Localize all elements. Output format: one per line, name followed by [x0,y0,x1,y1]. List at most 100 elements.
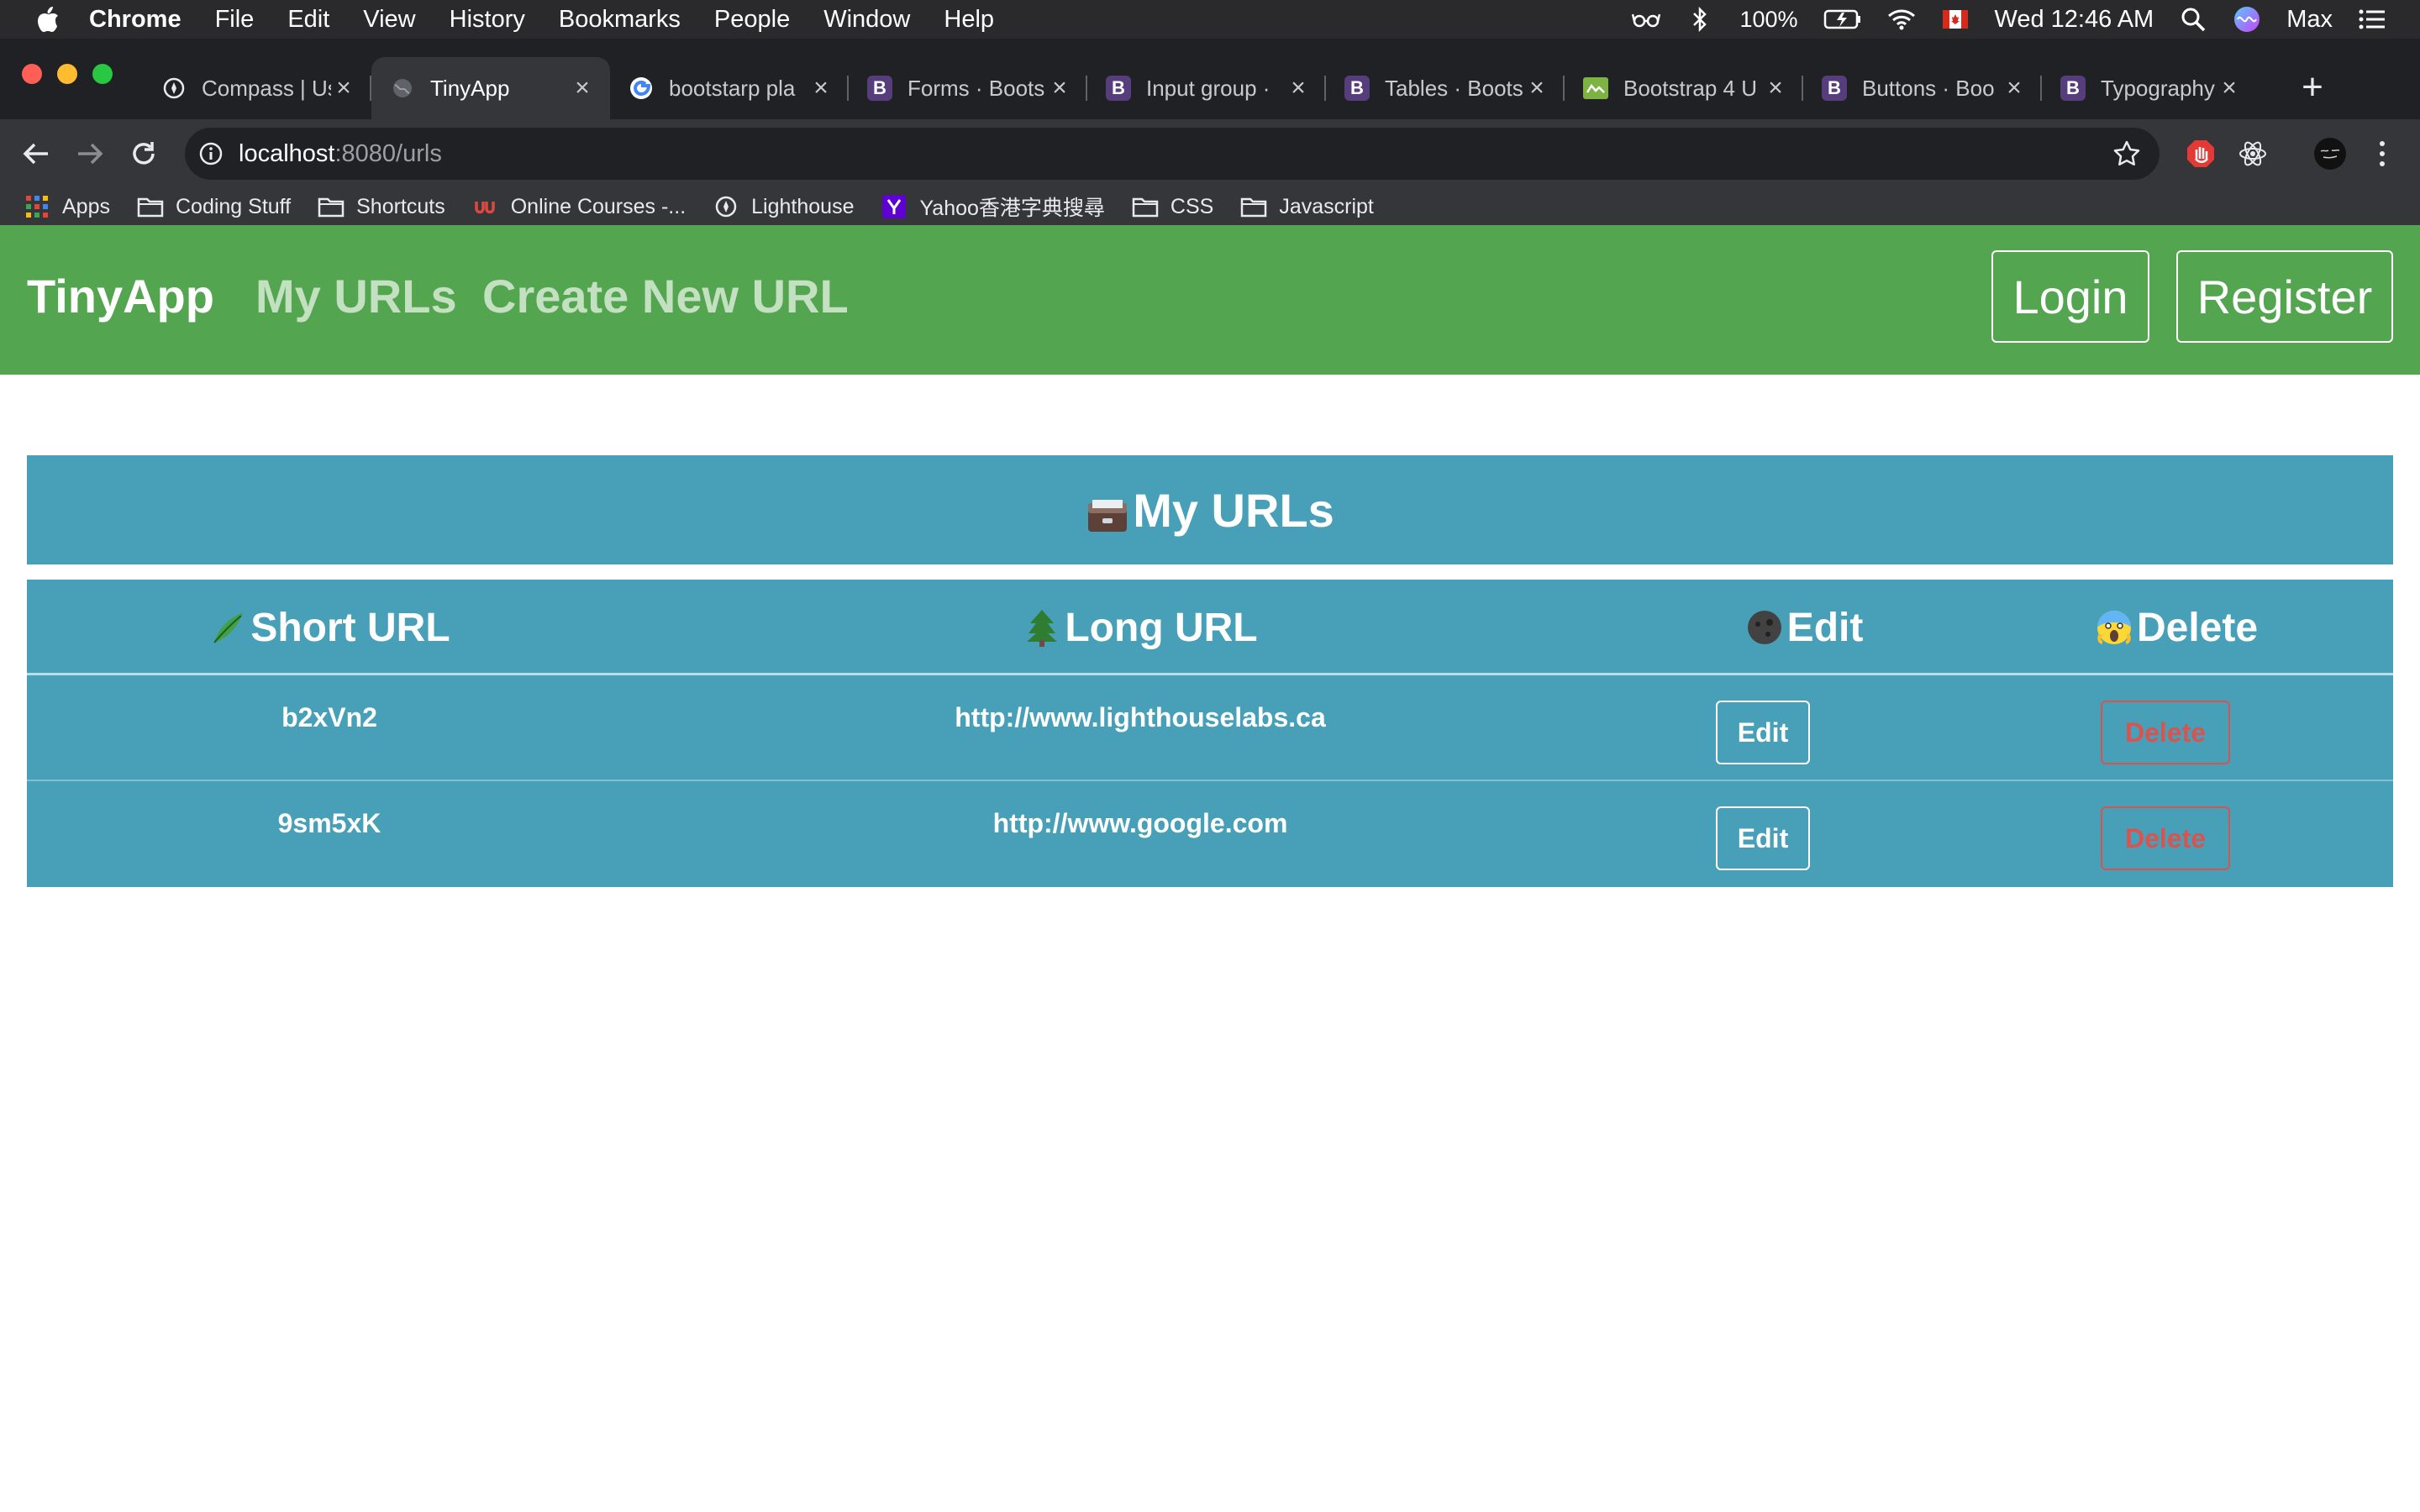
tab-title: TinyApp [430,75,510,101]
macos-menu-bar: Chrome File Edit View History Bookmarks … [0,0,2420,39]
tab-bootstrap-buttons[interactable]: B Buttons · Boo × [1803,57,2042,119]
bookmark-coding-stuff[interactable]: Coding Stuff [137,195,291,219]
tab-tinyapp[interactable]: TinyApp × [371,57,610,119]
page-title-panel: My URLs [27,455,2393,564]
tab-title: Bootstrap 4 U [1623,75,1757,101]
edit-button[interactable]: Edit [1716,806,1810,870]
yahoo-icon [881,195,908,218]
bookmark-javascript[interactable]: Javascript [1240,195,1374,219]
close-tab-icon[interactable]: × [570,74,595,102]
bootstrap-icon: B [2060,76,2086,101]
globe-icon [390,76,415,101]
user-name[interactable]: Max [2286,6,2333,34]
bookmark-lighthouse[interactable]: Lighthouse [713,195,854,219]
bookmark-label: Coding Stuff [175,194,292,218]
long-url-cell: http://www.google.com [992,807,1288,838]
nav-create-new-url[interactable]: Create New URL [482,269,849,323]
bookmark-shortcuts[interactable]: Shortcuts [318,195,445,219]
close-tab-icon[interactable]: × [2217,74,2242,102]
bookmark-label: Lighthouse [751,194,855,218]
evergreen-tree-icon [1023,608,1061,647]
close-window-button[interactable] [22,64,42,84]
tab-bootstrap-input-group[interactable]: B Input group · × [1087,57,1326,119]
bookmark-apps[interactable]: Apps [24,195,110,219]
google-icon [629,76,654,101]
menu-history[interactable]: History [450,6,525,34]
tab-bootstrap-typography[interactable]: B Typography · × [2042,57,2257,119]
close-tab-icon[interactable]: × [331,74,356,102]
bookmark-yahoo-dictionary[interactable]: Yahoo香港字典搜尋 [881,192,1105,222]
menu-bookmarks[interactable]: Bookmarks [559,6,681,34]
notification-center-icon[interactable] [2358,5,2386,34]
menu-help[interactable]: Help [944,6,994,34]
close-tab-icon[interactable]: × [1763,74,1788,102]
bookmark-css[interactable]: CSS [1132,195,1213,219]
minimize-window-button[interactable] [57,64,77,84]
menu-window[interactable]: Window [823,6,910,34]
brand-link[interactable]: TinyApp [27,269,214,323]
url-text: localhost:8080/urls [239,140,442,168]
tab-compass[interactable]: Compass | Us × [143,57,371,119]
siri-icon[interactable] [2233,5,2261,34]
glasses-icon[interactable] [1632,5,1661,34]
close-tab-icon[interactable]: × [1286,74,1311,102]
chrome-menu-icon[interactable] [2365,136,2400,171]
spotlight-search-icon[interactable] [2179,5,2207,34]
tab-bootstrap-tables[interactable]: B Tables · Boots × [1326,57,1565,119]
new-tab-button[interactable]: + [2294,69,2331,106]
bootstrap-icon: B [1822,76,1847,101]
close-tab-icon[interactable]: × [1047,74,1072,102]
delete-button[interactable]: Delete [2101,806,2230,870]
bookmark-label: Online Courses -... [510,194,687,218]
tab-title: Buttons · Boo [1862,75,1995,101]
menu-view[interactable]: View [363,6,415,34]
profile-avatar[interactable] [2312,136,2348,171]
canada-flag-icon[interactable] [1941,5,1970,34]
battery-icon[interactable] [1823,5,1862,34]
nav-my-urls[interactable]: My URLs [255,269,457,323]
back-arrow-icon[interactable] [18,136,54,171]
close-tab-icon[interactable]: × [1524,74,1549,102]
reload-icon[interactable] [126,136,161,171]
login-button[interactable]: Login [1991,250,2149,343]
status-area: 100% Wed 12:46 AM Max [1632,0,2386,39]
zoom-window-button[interactable] [92,64,113,84]
register-button[interactable]: Register [2176,250,2393,343]
adblock-extension-icon[interactable] [2183,136,2218,171]
herb-leaf-icon [208,608,247,647]
bookmark-star-icon[interactable] [2112,139,2141,168]
tab-title: Input group · [1146,75,1270,101]
apple-menu-icon[interactable] [35,7,60,32]
delete-button[interactable]: Delete [2101,701,2230,764]
compass-icon [713,195,739,218]
menu-edit[interactable]: Edit [287,6,329,34]
site-navbar: TinyApp My URLs Create New URL Login Reg… [0,225,2420,375]
edit-button[interactable]: Edit [1716,701,1810,764]
menu-chrome[interactable]: Chrome [89,6,182,34]
menu-people[interactable]: People [714,6,790,34]
wifi-icon[interactable] [1887,5,1916,34]
tab-bootstrap-4-builder[interactable]: Bootstrap 4 U × [1565,57,1803,119]
table-row: b2xVn2 http://www.lighthouselabs.ca Edit… [27,675,2393,781]
column-header-label: Delete [2136,605,2259,650]
screaming-face-icon [2095,608,2133,647]
table-row: 9sm5xK http://www.google.com Edit Delete [27,781,2393,887]
folder-icon [1132,195,1159,218]
window-controls [22,64,113,84]
bookmark-online-courses[interactable]: Online Courses -... [472,195,686,219]
column-header-delete: Delete [1960,580,2393,675]
tab-google-search[interactable]: bootstarp pla × [610,57,849,119]
react-devtools-icon[interactable] [2235,136,2270,171]
forward-arrow-icon[interactable] [72,136,108,171]
clock[interactable]: Wed 12:46 AM [1995,6,2154,34]
close-tab-icon[interactable]: × [808,74,834,102]
bookmark-label: Shortcuts [356,194,445,218]
short-url-cell: b2xVn2 [281,701,377,732]
tab-bootstrap-forms[interactable]: B Forms · Boots × [849,57,1087,119]
close-tab-icon[interactable]: × [2002,74,2027,102]
tab-title: Tables · Boots [1385,75,1523,101]
info-icon[interactable] [198,141,224,166]
address-bar[interactable]: localhost:8080/urls [185,128,2160,180]
menu-file[interactable]: File [215,6,255,34]
bluetooth-icon[interactable] [1686,5,1714,34]
